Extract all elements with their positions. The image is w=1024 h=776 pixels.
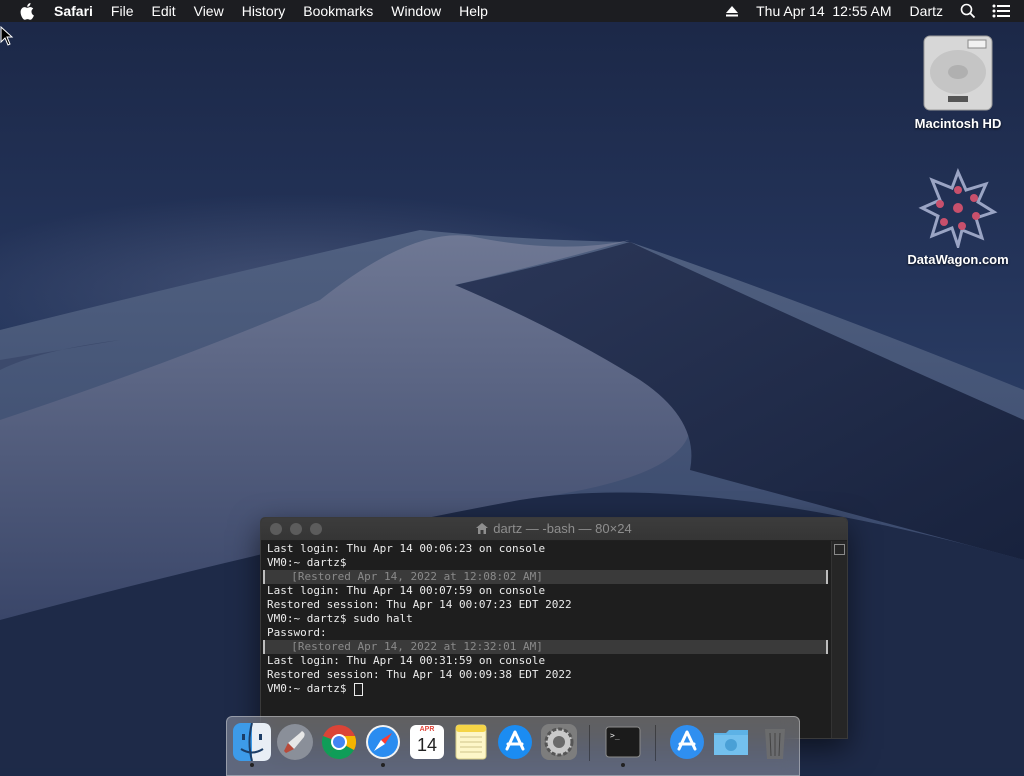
terminal-line: Last login: Thu Apr 14 00:31:59 on conso… — [267, 654, 546, 667]
apple-menu-icon[interactable] — [20, 2, 36, 20]
app-store-icon — [498, 725, 532, 759]
hard-drive-icon — [918, 32, 998, 112]
terminal-titlebar[interactable]: dartz — -bash — 80×24 — [261, 518, 847, 541]
home-folder-icon — [476, 519, 489, 541]
terminal-line: VM0:~ dartz$ sudo halt — [267, 612, 413, 625]
terminal-line: VM0:~ dartz$ — [267, 556, 347, 569]
dock-app-store[interactable] — [496, 723, 534, 761]
notification-center-icon[interactable] — [992, 4, 1010, 18]
terminal-line: Restored session: Thu Apr 14 00:09:38 ED… — [267, 668, 572, 681]
running-indicator — [381, 763, 385, 767]
dock: APR 14 >_ — [226, 716, 800, 776]
calendar-icon: APR 14 — [410, 725, 444, 759]
menu-bar: Safari File Edit View History Bookmarks … — [0, 0, 1024, 22]
menu-help[interactable]: Help — [459, 0, 488, 22]
terminal-line: Password: — [267, 626, 327, 639]
menu-edit[interactable]: Edit — [151, 0, 175, 22]
running-indicator — [250, 763, 254, 767]
terminal-line: Restored session: Thu Apr 14 00:07:23 ED… — [267, 598, 572, 611]
terminal-restored-line: [Restored Apr 14, 2022 at 12:08:02 AM] — [263, 570, 828, 584]
applications-folder-icon — [670, 725, 704, 759]
datawagon-logo-icon — [918, 168, 998, 252]
status-area: Thu Apr 14 12:55 AM Dartz — [717, 0, 1024, 22]
dock-trash[interactable] — [756, 723, 794, 761]
dock-notes[interactable] — [452, 723, 490, 761]
eject-icon[interactable] — [725, 5, 739, 17]
menu-clock[interactable]: Thu Apr 14 12:55 AM — [756, 3, 891, 19]
downloads-folder-icon — [714, 730, 748, 755]
terminal-scrollbar[interactable] — [831, 541, 847, 738]
terminal-title: dartz — -bash — 80×24 — [261, 518, 847, 541]
menu-history[interactable]: History — [242, 0, 286, 22]
terminal-prompt-line[interactable]: VM0:~ dartz$ — [267, 682, 825, 696]
spotlight-search-icon[interactable] — [960, 3, 976, 19]
desktop-icon-label: Macintosh HD — [914, 116, 1002, 131]
trash-icon — [765, 729, 785, 759]
dock-system-preferences[interactable] — [540, 723, 578, 761]
system-preferences-icon — [541, 724, 577, 760]
calendar-day: 14 — [416, 735, 438, 755]
terminal-output[interactable]: Last login: Thu Apr 14 00:06:23 on conso… — [261, 541, 831, 738]
terminal-prompt: VM0:~ dartz$ — [267, 682, 354, 695]
dock-calendar[interactable]: APR 14 — [408, 723, 446, 761]
chrome-icon — [321, 725, 357, 760]
launchpad-icon — [277, 724, 313, 760]
desktop-icon-macintosh-hd[interactable]: Macintosh HD — [898, 32, 1018, 131]
dock-safari[interactable] — [364, 723, 402, 761]
running-indicator — [621, 763, 625, 767]
terminal-icon: >_ — [605, 726, 641, 758]
terminal-line: Last login: Thu Apr 14 00:07:59 on conso… — [267, 584, 546, 597]
scroll-marker-icon[interactable] — [834, 544, 845, 555]
menu-bookmarks[interactable]: Bookmarks — [303, 0, 373, 22]
desktop-icon-datawagon[interactable]: DataWagon.com — [898, 168, 1018, 267]
dock-downloads[interactable] — [712, 723, 750, 761]
menu-window[interactable]: Window — [391, 0, 441, 22]
terminal-restored-line: [Restored Apr 14, 2022 at 12:32:01 AM] — [263, 640, 828, 654]
terminal-line: Last login: Thu Apr 14 00:06:23 on conso… — [267, 542, 546, 555]
safari-icon — [366, 725, 400, 759]
finder-icon — [233, 722, 271, 762]
notes-icon — [455, 724, 487, 760]
mouse-pointer-icon — [0, 26, 14, 46]
dock-launchpad[interactable] — [276, 723, 314, 761]
menu-app-name[interactable]: Safari — [54, 0, 93, 22]
menu-view[interactable]: View — [194, 0, 224, 22]
calendar-month: APR — [419, 726, 435, 733]
dock-finder[interactable] — [233, 722, 271, 762]
desktop-icon-label: DataWagon.com — [907, 252, 1009, 267]
dock-terminal[interactable]: >_ — [604, 723, 642, 761]
terminal-title-text: dartz — -bash — 80×24 — [493, 521, 632, 536]
dock-applications[interactable] — [668, 723, 706, 761]
dock-separator — [655, 725, 656, 761]
svg-text:>_: >_ — [610, 731, 620, 740]
terminal-window[interactable]: dartz — -bash — 80×24 Last login: Thu Ap… — [260, 517, 848, 739]
menu-file[interactable]: File — [111, 0, 134, 22]
terminal-cursor — [354, 682, 364, 696]
menu-user[interactable]: Dartz — [910, 3, 943, 19]
dock-separator — [589, 725, 590, 761]
dock-chrome[interactable] — [320, 723, 358, 761]
